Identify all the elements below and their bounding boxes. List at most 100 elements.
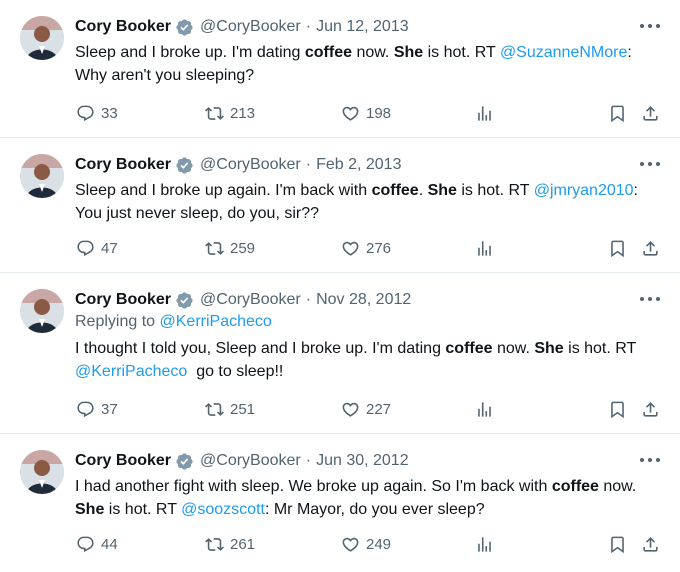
tweet-text: I had another fight with sleep. We broke… xyxy=(75,478,637,518)
share-upload-icon xyxy=(643,401,658,417)
author-handle[interactable]: @CoryBooker xyxy=(200,452,301,470)
tweet-date[interactable]: Feb 2, 2013 xyxy=(316,156,401,174)
author-name[interactable]: Cory Booker xyxy=(75,156,171,174)
separator-dot: · xyxy=(305,18,312,35)
retweet-button[interactable]: 259 xyxy=(205,236,255,260)
heart-icon xyxy=(342,537,359,552)
replying-to: Replying to @KerriPacheco xyxy=(75,313,272,330)
reply-count: 44 xyxy=(101,535,118,553)
tweet-text: Sleep and I broke up again. I'm back wit… xyxy=(75,182,638,222)
retweet-count: 213 xyxy=(230,104,256,122)
reply-button[interactable]: 37 xyxy=(76,397,118,421)
tweet-feed: Cory Booker @CoryBooker · Jun 12, 2013 S… xyxy=(0,0,680,572)
like-count: 249 xyxy=(366,535,392,553)
tweet-header: Cory Booker @CoryBooker · Jun 12, 2013 xyxy=(75,16,409,38)
share-upload-icon xyxy=(643,105,658,121)
bookmark-button[interactable] xyxy=(608,236,627,260)
tweet-actions: 44 261 249 xyxy=(75,532,665,556)
heart-icon xyxy=(342,106,359,121)
retweet-count: 261 xyxy=(230,535,256,553)
author-name[interactable]: Cory Booker xyxy=(75,452,171,470)
tweet[interactable]: Cory Booker @CoryBooker · Jun 30, 2012 I… xyxy=(0,434,680,572)
views-button[interactable] xyxy=(475,236,494,260)
mention-link[interactable]: @SuzanneNMore xyxy=(500,44,627,61)
avatar[interactable] xyxy=(20,154,64,198)
share-button[interactable] xyxy=(641,101,660,125)
bookmark-icon xyxy=(611,401,624,418)
verified-badge-icon xyxy=(176,291,193,309)
more-dots-icon[interactable] xyxy=(640,156,660,172)
retweet-button[interactable]: 213 xyxy=(205,101,255,125)
tweet-date[interactable]: Nov 28, 2012 xyxy=(316,291,411,309)
like-count: 198 xyxy=(366,104,392,122)
views-button[interactable] xyxy=(475,101,494,125)
tweet-header: Cory Booker @CoryBooker · Feb 2, 2013 xyxy=(75,154,401,176)
mention-link[interactable]: @soozscott xyxy=(181,501,265,518)
separator-dot: · xyxy=(305,156,312,173)
tweet-date[interactable]: Jun 30, 2012 xyxy=(316,452,409,470)
share-button[interactable] xyxy=(641,532,660,556)
tweet-actions: 33 213 198 xyxy=(75,101,665,125)
avatar[interactable] xyxy=(20,450,64,494)
author-name[interactable]: Cory Booker xyxy=(75,291,171,309)
like-button[interactable]: 198 xyxy=(341,101,391,125)
views-bar-chart-icon xyxy=(478,240,491,256)
reply-button[interactable]: 47 xyxy=(76,236,118,260)
tweet[interactable]: Cory Booker @CoryBooker · Feb 2, 2013 Sl… xyxy=(0,138,680,273)
like-button[interactable]: 276 xyxy=(341,236,391,260)
bookmark-icon xyxy=(611,536,624,553)
retweet-button[interactable]: 251 xyxy=(205,397,255,421)
retweet-button[interactable]: 261 xyxy=(205,532,255,556)
author-handle[interactable]: @CoryBooker xyxy=(200,18,301,36)
bookmark-button[interactable] xyxy=(608,397,627,421)
avatar[interactable] xyxy=(20,16,64,60)
author-handle[interactable]: @CoryBooker xyxy=(200,156,301,174)
reply-bubble-icon xyxy=(77,105,94,121)
retweet-icon xyxy=(205,106,224,120)
tweet[interactable]: Cory Booker @CoryBooker · Nov 28, 2012 R… xyxy=(0,273,680,434)
like-button[interactable]: 227 xyxy=(341,397,391,421)
mention-link[interactable]: @jmryan2010 xyxy=(534,182,634,199)
tweet-actions: 37 251 227 xyxy=(75,397,665,421)
views-bar-chart-icon xyxy=(478,536,491,552)
views-bar-chart-icon xyxy=(478,401,491,417)
views-button[interactable] xyxy=(475,397,494,421)
more-dots-icon[interactable] xyxy=(640,291,660,307)
more-dots-icon[interactable] xyxy=(640,452,660,468)
bookmark-icon xyxy=(611,240,624,257)
bookmark-button[interactable] xyxy=(608,101,627,125)
tweet-date[interactable]: Jun 12, 2013 xyxy=(316,18,409,36)
author-name[interactable]: Cory Booker xyxy=(75,18,171,36)
reply-button[interactable]: 33 xyxy=(76,101,118,125)
separator-dot: · xyxy=(305,452,312,469)
reply-count: 47 xyxy=(101,239,118,257)
retweet-count: 251 xyxy=(230,400,256,418)
separator-dot: · xyxy=(305,291,312,308)
heart-icon xyxy=(342,402,359,417)
share-upload-icon xyxy=(643,240,658,256)
avatar[interactable] xyxy=(20,289,64,333)
tweet-header: Cory Booker @CoryBooker · Nov 28, 2012 xyxy=(75,289,411,311)
tweet-text: I thought I told you, Sleep and I broke … xyxy=(75,340,637,380)
views-button[interactable] xyxy=(475,532,494,556)
reply-to-link[interactable]: @KerriPacheco xyxy=(160,313,272,330)
retweet-count: 259 xyxy=(230,239,256,257)
reply-button[interactable]: 44 xyxy=(76,532,118,556)
verified-badge-icon xyxy=(176,452,193,470)
reply-count: 37 xyxy=(101,400,118,418)
tweet[interactable]: Cory Booker @CoryBooker · Jun 12, 2013 S… xyxy=(0,0,680,138)
author-handle[interactable]: @CoryBooker xyxy=(200,291,301,309)
tweet-header: Cory Booker @CoryBooker · Jun 30, 2012 xyxy=(75,450,409,472)
share-upload-icon xyxy=(643,536,658,552)
heart-icon xyxy=(342,241,359,256)
like-count: 276 xyxy=(366,239,392,257)
more-dots-icon[interactable] xyxy=(640,18,660,34)
share-button[interactable] xyxy=(641,397,660,421)
retweet-icon xyxy=(205,241,224,255)
bookmark-button[interactable] xyxy=(608,532,627,556)
like-button[interactable]: 249 xyxy=(341,532,391,556)
verified-badge-icon xyxy=(176,156,193,174)
share-button[interactable] xyxy=(641,236,660,260)
retweet-icon xyxy=(205,402,224,416)
mention-link[interactable]: @KerriPacheco xyxy=(75,363,187,380)
